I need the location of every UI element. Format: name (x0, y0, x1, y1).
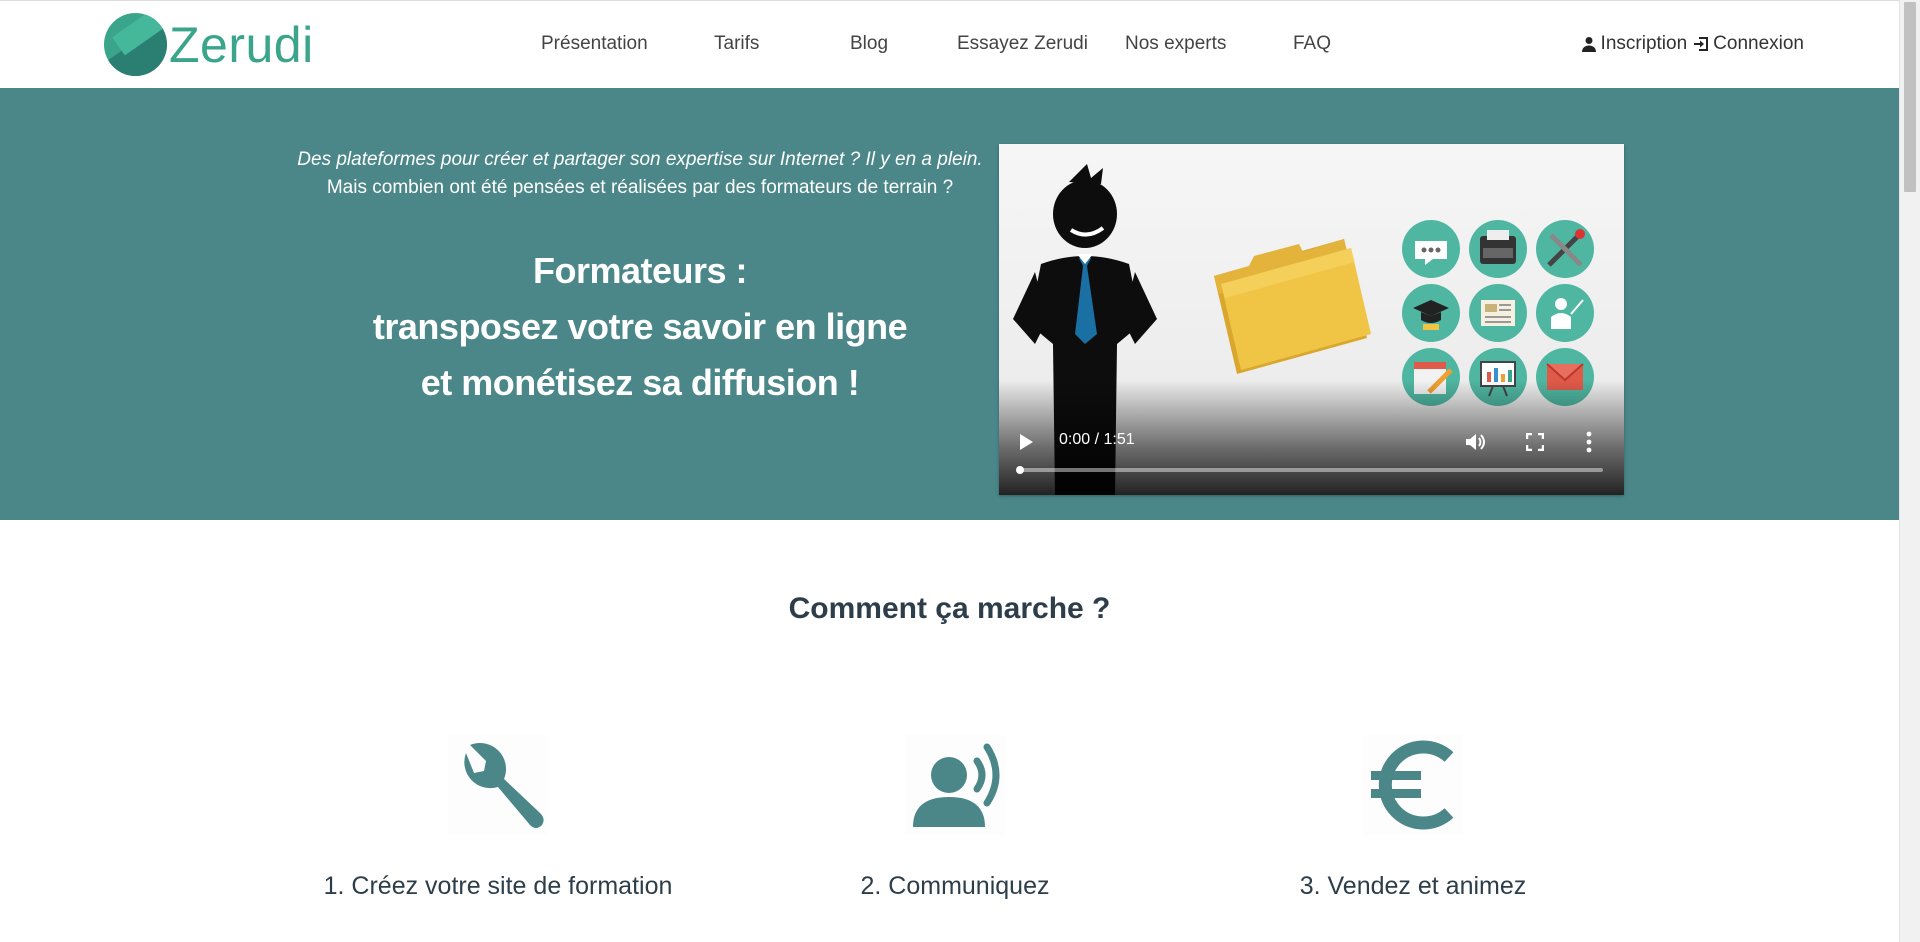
video-controls: 0:00 / 1:51 (999, 415, 1624, 495)
signup-link[interactable]: Inscription (1581, 33, 1688, 55)
sign-in-icon (1694, 37, 1709, 51)
nav-item-blog[interactable]: Blog (850, 33, 888, 55)
nav-item-faq[interactable]: FAQ (1293, 33, 1331, 55)
logo[interactable]: Zerudi (104, 13, 314, 76)
logo-mark-icon (104, 13, 167, 76)
euro-icon (1363, 735, 1463, 835)
icon-grid (1402, 220, 1594, 406)
step-label-communicate: 2. Communiquez (860, 872, 1050, 900)
hero-title: Formateurs : transposez votre savoir en … (260, 243, 1020, 411)
logo-text: Zerudi (169, 16, 314, 73)
nav-item-experts[interactable]: Nos experts (1125, 33, 1226, 55)
video-time-display: 0:00 / 1:51 (1059, 431, 1135, 448)
signup-label: Inscription (1600, 33, 1688, 54)
hero-title-line3: et monétisez sa diffusion ! (420, 362, 860, 403)
speaking-person-icon (905, 735, 1005, 835)
login-link[interactable]: Connexion (1693, 33, 1804, 55)
hero-title-line1: Formateurs : (532, 250, 748, 291)
auth-links: Inscription Connexion (1581, 33, 1804, 55)
video-progress-knob[interactable] (1016, 466, 1024, 474)
folder-illustration (1214, 239, 1371, 374)
nav-item-essayez[interactable]: Essayez Zerudi (957, 33, 1088, 55)
step-create: 1. Créez votre site de formation (288, 735, 708, 901)
page-scrollbar[interactable] (1899, 0, 1920, 942)
video-player[interactable]: 0:00 / 1:51 (999, 144, 1624, 495)
fullscreen-icon[interactable] (1526, 433, 1544, 451)
login-label: Connexion (1713, 33, 1804, 54)
step-label-sell: 3. Vendez et animez (1299, 872, 1527, 900)
step-communicate: 2. Communiquez (745, 735, 1165, 901)
play-icon[interactable] (1018, 433, 1034, 451)
hero-section: Des plateformes pour créer et partager s… (0, 88, 1899, 520)
scrollbar-thumb[interactable] (1904, 2, 1916, 192)
section-title: Comment ça marche ? (788, 592, 1111, 625)
step-sell: 3. Vendez et animez (1203, 735, 1623, 901)
step-label-create: 1. Créez votre site de formation (323, 872, 673, 900)
user-icon (1581, 37, 1596, 52)
more-options-icon[interactable] (1586, 431, 1592, 453)
volume-icon[interactable] (1464, 431, 1486, 453)
hero-intro: Des plateformes pour créer et partager s… (260, 146, 1020, 202)
hero-intro-line1: Des plateformes pour créer et partager s… (297, 149, 983, 170)
nav-item-presentation[interactable]: Présentation (541, 33, 648, 55)
nav-item-tarifs[interactable]: Tarifs (714, 33, 759, 55)
hero-intro-line2: Mais combien ont été pensées et réalisée… (326, 177, 954, 198)
video-progress-bar[interactable] (1016, 466, 1603, 474)
wrench-icon (448, 735, 548, 835)
hero-title-line2: transposez votre savoir en ligne (372, 306, 908, 347)
site-header: Zerudi Présentation Tarifs Blog Essayez … (0, 0, 1899, 88)
